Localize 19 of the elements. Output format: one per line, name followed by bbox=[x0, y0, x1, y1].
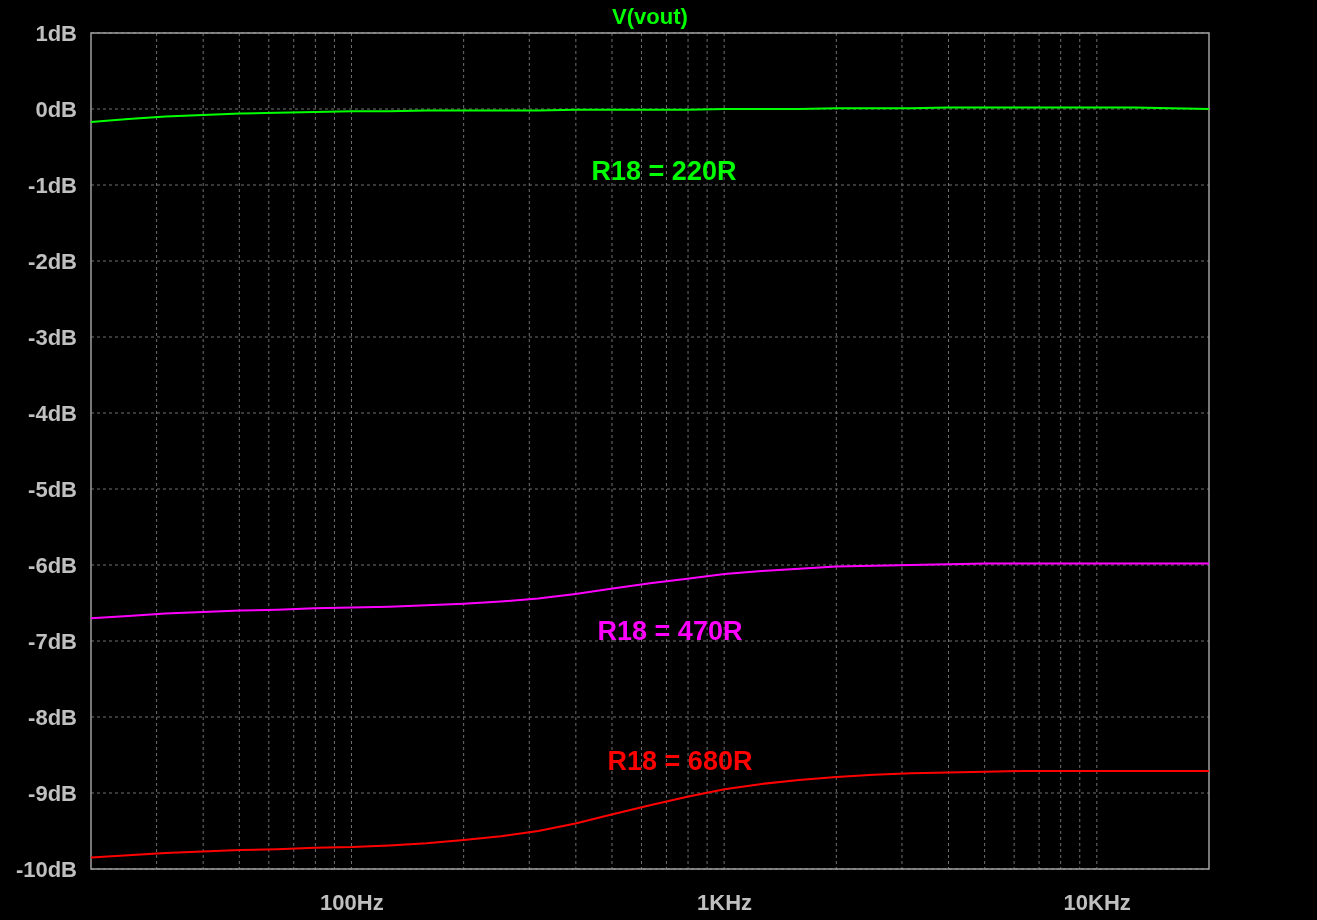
y-tick-label: -1dB bbox=[28, 173, 77, 198]
x-tick-label: 1KHz bbox=[697, 890, 753, 915]
y-tick-label: 1dB bbox=[35, 21, 77, 46]
chart-title: V(vout) bbox=[612, 4, 688, 29]
y-tick-label: 0dB bbox=[35, 97, 77, 122]
y-tick-label: -5dB bbox=[28, 477, 77, 502]
y-tick-label: -6dB bbox=[28, 553, 77, 578]
y-tick-label: -10dB bbox=[15, 857, 77, 882]
series-label: R18 = 220R bbox=[591, 156, 737, 186]
y-tick-label: -8dB bbox=[28, 705, 77, 730]
y-tick-label: -9dB bbox=[28, 781, 77, 806]
series-label: R18 = 470R bbox=[597, 616, 743, 646]
y-tick-label: -7dB bbox=[28, 629, 77, 654]
y-tick-label: -4dB bbox=[28, 401, 77, 426]
y-tick-label: -3dB bbox=[28, 325, 77, 350]
y-tick-label: -2dB bbox=[28, 249, 77, 274]
x-tick-label: 100Hz bbox=[320, 890, 384, 915]
series-label: R18 = 680R bbox=[607, 746, 753, 776]
x-tick-label: 10KHz bbox=[1063, 890, 1131, 915]
